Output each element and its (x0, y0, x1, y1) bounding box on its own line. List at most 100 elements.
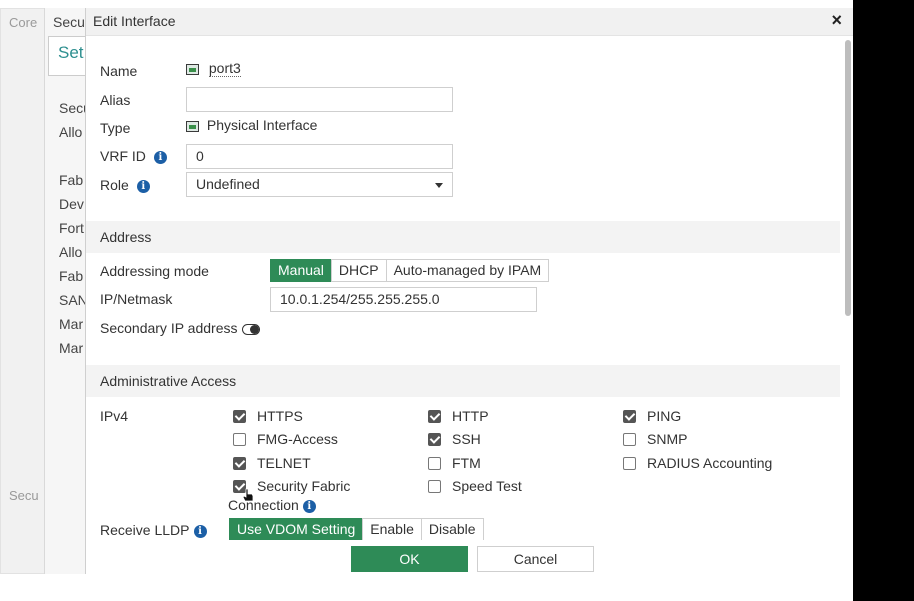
port-icon (186, 63, 199, 75)
checkbox-radius-accounting-box[interactable] (623, 457, 636, 470)
bottom-margin (0, 574, 853, 601)
checkbox-telnet-box[interactable] (233, 457, 246, 470)
checkbox-speed-test-box[interactable] (428, 480, 441, 493)
checkbox-http-box[interactable] (428, 410, 441, 423)
name-value-text: port3 (208, 60, 241, 77)
background-left-label: Secu (9, 488, 39, 503)
name-label: Name (100, 63, 138, 79)
mode-ipam-button[interactable]: Auto-managed by IPAM (385, 259, 550, 282)
checkbox-ssh-box[interactable] (428, 433, 441, 446)
checkbox-radius-accounting-label: RADIUS Accounting (647, 455, 773, 471)
checkbox-ssh-label: SSH (452, 431, 481, 447)
checkbox-ssh[interactable]: SSH (428, 431, 481, 447)
checkbox-http[interactable]: HTTP (428, 408, 489, 424)
background-panel-title: Secu (53, 14, 85, 30)
type-value: Physical Interface (186, 117, 317, 133)
checkbox-speed-test-label: Speed Test (452, 478, 522, 494)
background-item-list: Secu Allo Fab Dev Fort Allo Fab SAN Mar Mar (59, 96, 87, 360)
secondary-ip-toggle[interactable] (241, 323, 260, 335)
receive-lldp-row: Receive LLDP i (100, 522, 207, 538)
ip-netmask-label: IP/Netmask (100, 291, 173, 307)
lldp-use-vdom-button[interactable]: Use VDOM Setting (229, 518, 364, 541)
scrollbar-thumb[interactable] (845, 40, 851, 316)
background-item: Allo (59, 244, 83, 260)
checkbox-radius-accounting[interactable]: RADIUS Accounting (623, 455, 772, 471)
admin-access-section-title: Administrative Access (100, 373, 237, 389)
background-item: Allo (59, 124, 83, 140)
addressing-mode-label: Addressing mode (100, 263, 209, 279)
type-value-text: Physical Interface (206, 117, 318, 133)
dialog-footer: OK Cancel (86, 540, 853, 574)
black-margin (853, 0, 914, 601)
ip-netmask-input[interactable]: 10.0.1.254/255.255.255.0 (270, 287, 537, 312)
background-tab-label: Set (58, 43, 84, 62)
role-label-text: Role (100, 177, 129, 193)
background-item: Fab (59, 268, 84, 284)
physical-interface-icon (186, 120, 199, 132)
lldp-selector: Use VDOM Setting Enable Disable (229, 518, 484, 541)
checkbox-https[interactable]: HTTPS (233, 408, 303, 424)
checkbox-ftm[interactable]: FTM (428, 455, 481, 471)
checkbox-fmg-access-box[interactable] (233, 433, 246, 446)
address-section-header: Address (86, 221, 840, 253)
checkbox-snmp-box[interactable] (623, 433, 636, 446)
role-select[interactable]: Undefined (186, 172, 453, 197)
cancel-button[interactable]: Cancel (477, 546, 594, 572)
type-label: Type (100, 120, 131, 136)
checkbox-ping-box[interactable] (623, 410, 636, 423)
chevron-down-icon (435, 183, 443, 188)
background-item (59, 144, 87, 168)
checkbox-telnet[interactable]: TELNET (233, 455, 311, 471)
lldp-disable-button[interactable]: Disable (420, 518, 484, 541)
checkbox-ping-label: PING (647, 408, 682, 424)
background-item: Mar (59, 340, 84, 356)
scrollbar[interactable] (844, 38, 852, 538)
checkbox-speed-test[interactable]: Speed Test (428, 478, 522, 494)
checkbox-ftm-label: FTM (452, 455, 481, 471)
mode-dhcp-button[interactable]: DHCP (330, 259, 387, 282)
admin-access-section-header: Administrative Access (86, 365, 840, 397)
checkbox-fmg-access[interactable]: FMG-Access (233, 431, 338, 447)
security-fabric-connection-label: Connection (228, 497, 299, 513)
info-icon[interactable]: i (153, 150, 167, 164)
dialog-header: Edit Interface × (86, 8, 853, 36)
secondary-ip-label: Secondary IP address (100, 320, 238, 336)
alias-label: Alias (100, 92, 131, 108)
background-outer-title: Core (9, 15, 38, 30)
receive-lldp-label: Receive LLDP (100, 522, 190, 538)
role-label: Role i (100, 177, 150, 193)
checkbox-telnet-label: TELNET (257, 455, 311, 471)
checkbox-http-label: HTTP (452, 408, 489, 424)
alias-input[interactable] (186, 87, 453, 112)
mode-manual-button[interactable]: Manual (270, 259, 332, 282)
hand-cursor-icon (242, 488, 254, 502)
info-icon[interactable]: i (302, 499, 316, 513)
background-item: Fort (59, 220, 84, 236)
background-item: Dev (59, 196, 84, 212)
checkbox-fmg-access-label: FMG-Access (257, 431, 338, 447)
background-item: Fab (59, 172, 84, 188)
checkbox-ping[interactable]: PING (623, 408, 681, 424)
vrf-label: VRF ID i (100, 148, 167, 164)
name-value: port3 (186, 60, 241, 77)
secondary-ip-row: Secondary IP address (100, 320, 260, 336)
dialog-title: Edit Interface (93, 13, 176, 29)
checkbox-snmp-label: SNMP (647, 431, 688, 447)
info-icon[interactable]: i (136, 179, 150, 193)
vrf-id-input[interactable]: 0 (186, 144, 453, 169)
checkbox-ftm-box[interactable] (428, 457, 441, 470)
role-select-value: Undefined (196, 176, 260, 192)
checkbox-https-box[interactable] (233, 410, 246, 423)
vrf-label-text: VRF ID (100, 148, 146, 164)
ok-button[interactable]: OK (351, 546, 468, 572)
checkbox-snmp[interactable]: SNMP (623, 431, 687, 447)
lldp-enable-button[interactable]: Enable (362, 518, 422, 541)
info-icon[interactable]: i (193, 524, 207, 538)
close-icon[interactable]: × (831, 10, 842, 31)
addressing-mode-selector: Manual DHCP Auto-managed by IPAM (270, 259, 550, 282)
edit-interface-dialog: Edit Interface × Name port3 Alias Type P… (85, 8, 853, 574)
background-item: Mar (59, 316, 84, 332)
checkbox-security-fabric-label: Security Fabric (257, 478, 351, 494)
checkbox-https-label: HTTPS (257, 408, 303, 424)
background-item: Secu (59, 100, 87, 116)
